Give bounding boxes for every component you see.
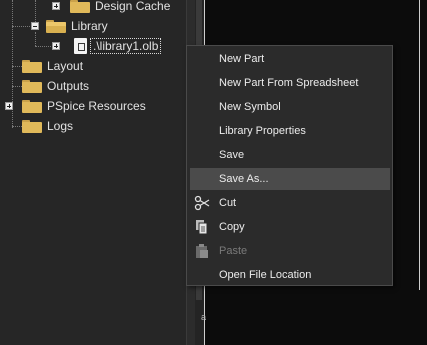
tree-item-label: Library [71,19,108,33]
tree-item-pspice-resources[interactable]: PSpice Resources [22,97,146,115]
tree-item-label: Outputs [47,79,90,93]
folder-icon [22,119,42,133]
tree-item-label: .\library1.olb [90,38,162,54]
menu-item-label: Cut [219,197,237,209]
tree-item-label: Design Cache [95,0,171,13]
menu-item-save[interactable]: Save [190,144,390,166]
expand-toggle[interactable] [5,102,13,110]
folder-icon [22,79,42,93]
menu-item-open-file-location[interactable]: Open File Location [190,264,390,286]
scissors-icon [194,195,210,211]
tree-connector [35,0,36,22]
menu-item-label: New Part [219,53,265,65]
tree-item-layout[interactable]: Layout [22,57,83,75]
copy-icon [194,219,210,235]
menu-item-label: Paste [219,245,248,257]
tree-connector [12,66,22,67]
menu-item-label: Copy [219,221,245,233]
folder-open-icon [46,19,66,33]
context-menu: New Part New Part From Spreadsheet New S… [186,45,393,286]
tree-connector [12,26,30,27]
tree-item-library[interactable]: Library [46,17,108,35]
tree-item-label: Logs [47,119,74,133]
menu-item-label: Save [219,149,245,161]
menu-item-save-as[interactable]: Save As... [190,168,390,190]
project-tree: Design Cache Library .\library1.olb Layo… [0,0,186,345]
tree-item-logs[interactable]: Logs [22,117,73,135]
tree-item-outputs[interactable]: Outputs [22,77,89,95]
menu-item-label: Open File Location [219,269,312,281]
menu-item-new-part[interactable]: New Part [190,48,390,70]
tree-item-label: PSpice Resources [47,99,146,113]
menu-item-copy[interactable]: Copy [190,216,390,238]
menu-item-new-part-from-spreadsheet[interactable]: New Part From Spreadsheet [190,72,390,94]
tree-connector [12,86,22,87]
tree-item-label: Layout [47,59,84,73]
folder-icon [22,59,42,73]
paste-icon [194,243,210,259]
library-file-icon [74,38,87,54]
canvas-fragment-text: a [201,312,207,322]
folder-icon [70,0,90,13]
folder-icon [22,99,42,113]
menu-item-cut[interactable]: Cut [190,192,390,214]
menu-item-paste[interactable]: Paste [190,240,390,262]
tree-item-design-cache[interactable]: Design Cache [70,0,170,15]
menu-item-label: Save As... [219,173,269,185]
tree-connector [35,32,36,46]
menu-item-library-properties[interactable]: Library Properties [190,120,390,142]
collapse-toggle[interactable] [31,22,39,30]
menu-item-new-symbol[interactable]: New Symbol [190,96,390,118]
menu-item-label: Library Properties [219,125,306,137]
tree-connector [12,126,22,127]
menu-item-label: New Symbol [219,101,281,113]
tree-item-library1-olb[interactable]: .\library1.olb [74,37,162,55]
expand-toggle[interactable] [52,42,60,50]
expand-toggle[interactable] [52,2,60,10]
menu-item-label: New Part From Spreadsheet [219,77,359,89]
canvas-border-line [419,0,420,290]
